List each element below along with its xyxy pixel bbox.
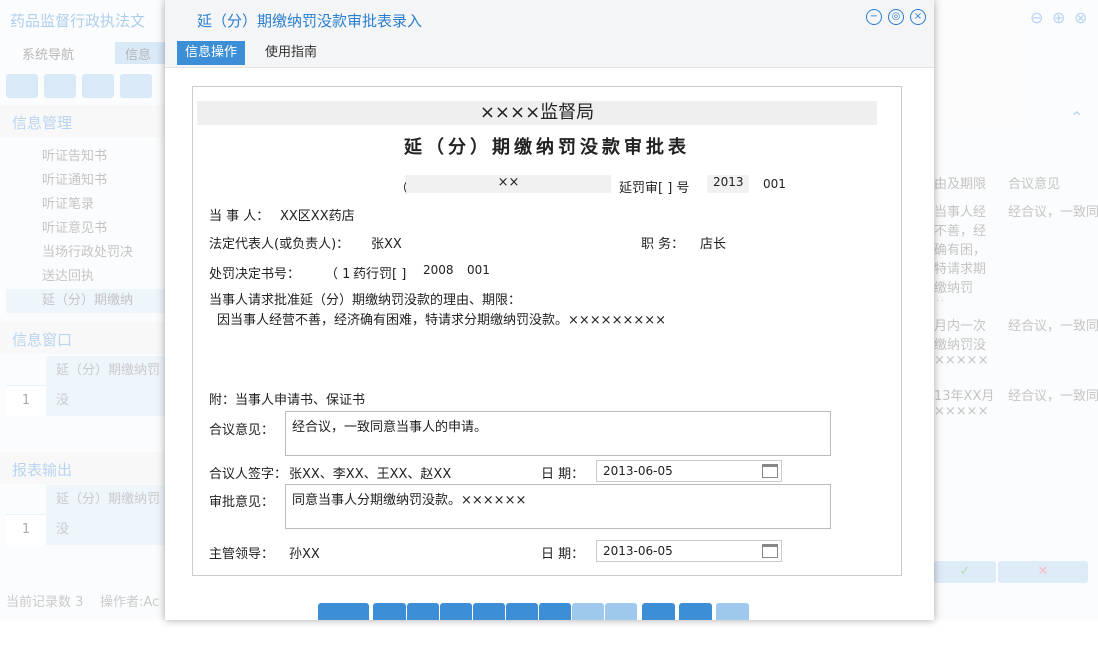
user-tool-button[interactable] [120, 74, 152, 98]
doc-org-input[interactable]: ×× [406, 175, 611, 193]
approval-input[interactable]: 同意当事人分期缴纳罚没款。×××××× [285, 484, 831, 529]
run-button[interactable] [716, 603, 749, 620]
form-sheet: ××××监督局 延（分）期缴纳罚没款审批表 （ ×× 延罚审[ ] 号 2013… [192, 86, 902, 576]
dialog-title: 延（分）期缴纳罚没款审批表录入 [197, 10, 422, 31]
doc-no-input[interactable]: 001 [763, 177, 786, 191]
form-title: 延（分）期缴纳罚没款审批表 [193, 133, 901, 159]
section-info-window: 信息窗口 [0, 322, 165, 354]
section-report-output: 报表输出 [0, 452, 165, 484]
nav-info[interactable]: 信息 [125, 44, 151, 63]
doc-tool-button[interactable] [82, 74, 114, 98]
collapse-icon[interactable]: ⌃ [1070, 108, 1083, 127]
position-input[interactable]: 店长 [700, 233, 726, 252]
prev-button[interactable] [407, 603, 439, 620]
save-button[interactable] [572, 603, 604, 620]
close-icon[interactable]: ⊗ [1074, 8, 1087, 27]
party-input[interactable]: XX区XX药店 [280, 205, 355, 224]
first-button[interactable] [373, 603, 406, 620]
tree-item[interactable]: 听证笔录 [6, 193, 166, 217]
tree-item[interactable]: 送达回执 [6, 265, 166, 289]
status-bar: 当前记录数 3 操作者:Ac [6, 591, 159, 610]
search-tool-button[interactable] [6, 74, 38, 98]
tab-info-operation[interactable]: 信息操作 [177, 41, 245, 65]
list-tool-button[interactable] [44, 74, 76, 98]
add-button[interactable] [506, 603, 538, 620]
calendar-icon[interactable] [762, 464, 778, 478]
app-title: 药品监督行政执法文 [10, 10, 145, 31]
leader-input[interactable]: 孙XX [289, 543, 320, 562]
doc-year-input[interactable]: 2013 [707, 175, 749, 193]
next-button[interactable] [440, 603, 472, 620]
cancel-button[interactable]: ✕ [998, 561, 1088, 583]
nav-system[interactable]: 系统导航 [22, 44, 74, 63]
print-button[interactable] [679, 603, 712, 620]
tree: 听证告知书 听证通知书 听证笔录 听证意见书 当场行政处罚决 送达回执 延（分）… [6, 145, 166, 313]
tree-item[interactable]: 当场行政处罚决 [6, 241, 166, 265]
reason-input[interactable]: 因当事人经营不善，经济确有困难，特请求分期缴纳罚没款。××××××××× [217, 309, 666, 328]
tab-user-guide[interactable]: 使用指南 [257, 41, 325, 65]
list-item[interactable]: 1延（分）期缴纳罚没 [6, 356, 166, 386]
date-input-1[interactable]: 2013-06-05 [596, 460, 782, 482]
opinion-input[interactable]: 经合议，一致同意当事人的申请。 [285, 411, 831, 456]
tree-item[interactable]: 延（分）期缴纳 [6, 289, 166, 313]
rep-input[interactable]: 张XX [371, 233, 402, 252]
last-button[interactable] [473, 603, 505, 620]
preview-button[interactable] [642, 603, 675, 620]
signers-input[interactable]: 张XX、李XX、王XX、赵XX [289, 463, 451, 482]
tree-item[interactable]: 听证通知书 [6, 169, 166, 193]
dialog: 延（分）期缴纳罚没款审批表录入 − ◎ × 信息操作 使用指南 ××××监督局 … [165, 0, 934, 620]
tree-item[interactable]: 听证告知书 [6, 145, 166, 169]
maximize-icon[interactable]: ⊕ [1052, 8, 1065, 27]
minimize-icon[interactable]: − [866, 9, 882, 25]
date-input-2[interactable]: 2013-06-05 [596, 540, 782, 562]
minimize-icon[interactable]: ⊖ [1030, 8, 1043, 27]
section-info-mgmt: 信息管理 [0, 105, 165, 137]
calendar-icon[interactable] [762, 544, 778, 558]
org-name: ××××监督局 [197, 101, 877, 125]
edit-button[interactable] [539, 603, 571, 620]
list-item[interactable]: 1延（分）期缴纳罚没 [6, 485, 166, 515]
toolbar-button[interactable] [318, 603, 369, 620]
close-icon[interactable]: × [910, 9, 926, 25]
delete-button[interactable] [605, 603, 637, 620]
restore-icon[interactable]: ◎ [888, 9, 904, 25]
ok-button[interactable]: ✓ [934, 561, 996, 583]
tree-item[interactable]: 听证意见书 [6, 217, 166, 241]
